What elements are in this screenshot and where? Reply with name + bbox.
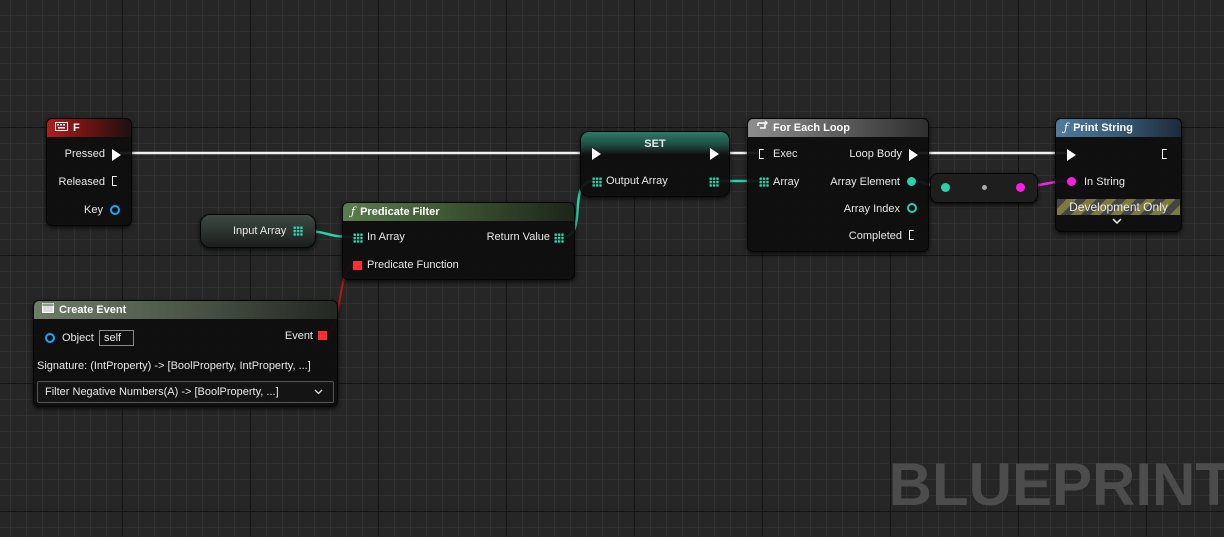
input-array-pin[interactable] (293, 226, 303, 236)
in-string-label: In String (1084, 176, 1125, 188)
expand-chevron-icon[interactable] (1112, 216, 1122, 228)
print-string-node[interactable]: ƒ Print String In String Development Only (1055, 118, 1182, 232)
print-exec-in-pin[interactable] (1067, 149, 1076, 161)
pressed-label: Pressed (64, 148, 105, 160)
output-array-out-pin[interactable] (709, 177, 719, 187)
predicate-filter-title: Predicate Filter (360, 206, 440, 218)
object-pin[interactable] (45, 333, 55, 343)
predicate-function-pin[interactable] (353, 261, 362, 270)
pressed-exec-pin[interactable] (112, 149, 121, 161)
object-label: Object (62, 332, 94, 344)
for-each-loop-header: For Each Loop (748, 119, 928, 137)
object-input[interactable]: self (99, 330, 134, 346)
predicate-filter-node[interactable]: ƒ Predicate Filter In Array Return Value … (342, 202, 575, 280)
return-value-pin[interactable] (554, 233, 564, 243)
function-select-dropdown[interactable]: Filter Negative Numbers(A) -> [BoolPrope… (37, 381, 334, 403)
function-select-value: Filter Negative Numbers(A) -> [BoolPrope… (45, 386, 279, 398)
conversion-node[interactable] (930, 173, 1038, 203)
predicate-function-label: Predicate Function (367, 259, 459, 271)
create-event-node[interactable]: Create Event Object self Event Signature… (33, 300, 338, 407)
array-element-label: Array Element (830, 176, 900, 188)
event-delegate-pin[interactable] (318, 331, 327, 340)
conversion-in-pin[interactable] (941, 183, 950, 192)
loop-body-pin[interactable] (909, 149, 918, 161)
create-event-header: Create Event (34, 301, 337, 319)
key-f-title: F (73, 122, 80, 134)
print-exec-out-pin[interactable] (1162, 149, 1170, 159)
output-array-in-pin[interactable] (592, 177, 602, 187)
released-exec-pin[interactable] (112, 176, 120, 186)
set-node[interactable]: SET Output Array (580, 131, 730, 197)
array-element-pin[interactable] (907, 177, 916, 186)
conversion-center-dot (982, 185, 987, 190)
input-array-label: Input Array (233, 225, 287, 237)
print-string-header: ƒ Print String (1056, 119, 1181, 137)
print-string-title: Print String (1073, 122, 1133, 134)
released-label: Released (58, 176, 105, 188)
set-exec-in-pin[interactable] (592, 148, 601, 160)
in-array-label: In Array (367, 231, 405, 243)
return-value-label: Return Value (486, 231, 550, 243)
array-index-label: Array Index (843, 203, 900, 215)
loop-body-label: Loop Body (849, 148, 902, 160)
output-array-label: Output Array (606, 175, 668, 187)
function-icon: ƒ (351, 205, 356, 218)
development-only-label: Development Only (1069, 200, 1168, 214)
event-label: Event (284, 330, 313, 342)
for-each-loop-title: For Each Loop (773, 122, 850, 134)
loop-icon (756, 119, 768, 137)
completed-label: Completed (848, 230, 902, 242)
key-label: Key (84, 204, 103, 216)
loop-exec-in-pin[interactable] (759, 149, 767, 159)
loop-array-pin[interactable] (759, 177, 769, 187)
event-icon (42, 301, 54, 319)
signature-text: Signature: (IntProperty) -> [BoolPropert… (37, 360, 311, 372)
completed-exec-pin[interactable] (909, 230, 917, 240)
predicate-filter-header: ƒ Predicate Filter (343, 203, 574, 221)
array-index-pin[interactable] (907, 203, 917, 213)
key-f-header: F (47, 119, 131, 137)
chevron-down-icon (314, 382, 323, 409)
create-event-title: Create Event (59, 304, 127, 316)
for-each-loop-node[interactable]: For Each Loop Exec Loop Body Array Array… (747, 118, 929, 252)
key-f-node[interactable]: F Pressed Released Key (46, 118, 132, 226)
input-array-node[interactable]: Input Array (200, 214, 316, 248)
in-string-pin[interactable] (1067, 177, 1076, 186)
exec-label: Exec (773, 148, 798, 160)
blueprint-watermark: BLUEPRINT (888, 451, 1224, 518)
set-title: SET (644, 138, 666, 150)
function-icon: ƒ (1064, 121, 1069, 134)
set-exec-out-pin[interactable] (710, 148, 719, 160)
keyboard-icon (55, 119, 68, 137)
conversion-out-pin[interactable] (1016, 183, 1025, 192)
key-pin[interactable] (110, 205, 120, 215)
in-array-pin[interactable] (353, 233, 363, 243)
array-label: Array (773, 176, 800, 188)
